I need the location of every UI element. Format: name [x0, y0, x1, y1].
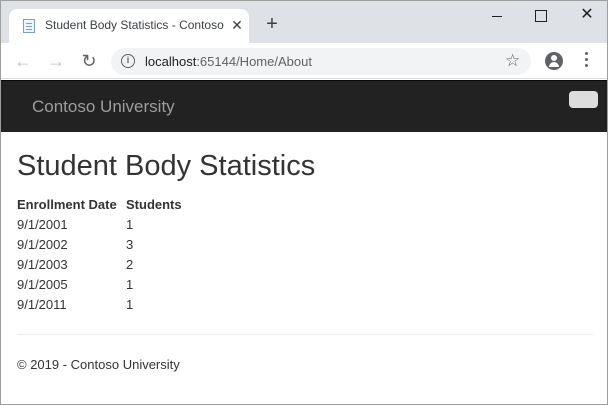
table-row: 9/1/2002 3 — [17, 234, 182, 254]
page-favicon-icon — [23, 19, 35, 33]
navbar-toggle-button[interactable] — [569, 91, 598, 108]
student-count-cell: 2 — [126, 256, 134, 272]
tab-title: Student Body Statistics - Contoso — [45, 18, 224, 32]
forward-arrow-icon[interactable]: → — [44, 49, 68, 73]
browser-tab[interactable]: Student Body Statistics - Contoso ✕ — [9, 9, 249, 43]
site-navbar: Contoso University — [1, 80, 607, 132]
student-count-cell: 3 — [126, 236, 134, 252]
column-header-students: Students — [126, 196, 182, 212]
student-count-cell: 1 — [126, 296, 134, 312]
new-tab-button[interactable]: + — [263, 14, 281, 34]
site-info-icon[interactable]: i — [121, 54, 135, 68]
table-row: 9/1/2005 1 — [17, 274, 182, 294]
url-path: :65144/Home/About — [196, 54, 312, 69]
table-row: 9/1/2003 2 — [17, 254, 182, 274]
account-icon[interactable] — [545, 52, 563, 70]
enrollment-date-cell: 9/1/2003 — [17, 256, 68, 272]
window-minimize-button[interactable] — [487, 3, 507, 27]
navbar-brand-link[interactable]: Contoso University — [32, 97, 175, 117]
table-header-row: Enrollment Date Students — [17, 194, 182, 214]
tab-close-icon[interactable]: ✕ — [229, 16, 245, 34]
enrollment-table: Enrollment Date Students 9/1/2001 1 9/1/… — [17, 194, 182, 314]
browser-toolbar: ← → ↻ i localhost:65144/Home/About ☆ — [1, 43, 607, 79]
column-header-enrollment-date: Enrollment Date — [17, 196, 117, 212]
url-host: localhost — [145, 54, 197, 69]
window-maximize-button[interactable] — [531, 3, 551, 27]
address-bar[interactable]: i localhost:65144/Home/About ☆ — [111, 48, 531, 75]
page-title: Student Body Statistics — [17, 150, 316, 182]
student-count-cell: 1 — [126, 216, 134, 232]
footer-copyright: © 2019 - Contoso University — [17, 357, 180, 372]
enrollment-date-cell: 9/1/2011 — [17, 296, 67, 312]
enrollment-date-cell: 9/1/2002 — [17, 236, 68, 252]
bookmark-star-icon[interactable]: ☆ — [505, 51, 520, 71]
browser-tabstrip: Student Body Statistics - Contoso ✕ + ✕ — [1, 1, 607, 43]
table-row: 9/1/2011 1 — [17, 294, 182, 314]
enrollment-date-cell: 9/1/2005 — [17, 276, 68, 292]
student-count-cell: 1 — [126, 276, 134, 292]
back-arrow-icon[interactable]: ← — [11, 49, 35, 73]
url-text[interactable]: localhost:65144/Home/About — [145, 54, 312, 69]
footer-divider — [17, 334, 593, 335]
window-close-button[interactable]: ✕ — [577, 3, 597, 27]
enrollment-date-cell: 9/1/2001 — [17, 216, 68, 232]
table-row: 9/1/2001 1 — [17, 214, 182, 234]
browser-menu-icon[interactable] — [585, 52, 589, 70]
reload-icon[interactable]: ↻ — [77, 49, 101, 73]
